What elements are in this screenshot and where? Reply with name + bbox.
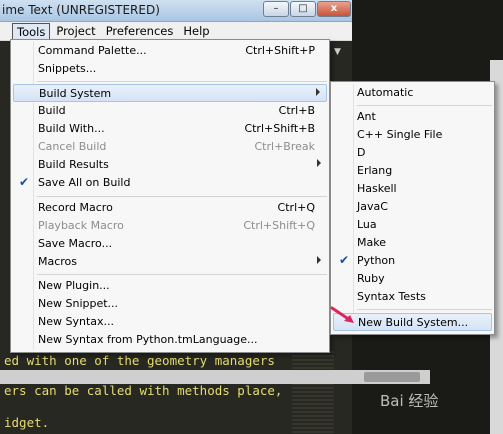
- menu-item-label: Save Macro...: [38, 237, 113, 250]
- menu-item-label: Build System: [39, 87, 112, 100]
- menu-item-playback-macro[interactable]: Playback Macro Ctrl+Shift+Q: [13, 217, 327, 235]
- menu-item-label: Command Palette...: [38, 44, 147, 57]
- menu-separator: [357, 309, 492, 310]
- submenu-item-syntax-tests[interactable]: Syntax Tests: [333, 288, 492, 306]
- checkmark-icon: ✔: [19, 175, 30, 189]
- minimap[interactable]: [292, 351, 334, 434]
- menu-item-label: New Snippet...: [38, 297, 119, 310]
- build-system-submenu: Automatic Ant C++ Single File D Erlang H…: [330, 81, 495, 335]
- menu-project[interactable]: Project: [51, 22, 100, 40]
- tools-menu: Command Palette... Ctrl+Shift+P Snippets…: [10, 39, 330, 353]
- submenu-arrow-icon: [316, 88, 320, 96]
- menu-item-label: Python: [357, 254, 396, 267]
- menu-item-macros[interactable]: Macros: [13, 253, 327, 271]
- maximize-button[interactable]: □: [290, 1, 316, 17]
- menu-item-label: New Syntax from Python.tmLanguage...: [38, 333, 258, 346]
- tab-dropdown-icon[interactable]: ▼: [334, 47, 346, 59]
- minimize-button[interactable]: –: [263, 1, 289, 17]
- menu-item-label: D: [357, 146, 366, 159]
- menu-item-label: Ant: [357, 110, 376, 123]
- menu-item-label: JavaC: [357, 200, 388, 213]
- menu-item-record-macro[interactable]: Record Macro Ctrl+Q: [13, 199, 327, 217]
- menu-item-shortcut: Ctrl+Shift+Q: [243, 219, 315, 232]
- menu-tools[interactable]: Tools: [12, 23, 51, 40]
- title-bar: ime Text (UNREGISTERED) – □ x: [0, 0, 352, 22]
- menu-item-shortcut: Ctrl+Break: [254, 140, 316, 153]
- menu-item-new-syntax[interactable]: New Syntax...: [13, 313, 327, 331]
- menu-item-label: Haskell: [357, 182, 397, 195]
- scrollbar-thumb[interactable]: [364, 372, 420, 382]
- menu-item-label: Playback Macro: [38, 219, 124, 232]
- menu-item-label: Snippets...: [38, 62, 97, 75]
- submenu-item-ant[interactable]: Ant: [333, 108, 492, 126]
- menu-item-build-results[interactable]: Build Results: [13, 156, 327, 174]
- submenu-item-make[interactable]: Make: [333, 234, 492, 252]
- menu-item-label: Cancel Build: [38, 140, 107, 153]
- watermark: Bai 经验: [380, 392, 439, 410]
- menu-item-label: C++ Single File: [357, 128, 443, 141]
- menu-item-label: Syntax Tests: [357, 290, 426, 303]
- menu-separator: [37, 81, 327, 82]
- menu-item-label: Make: [357, 236, 386, 249]
- menu-item-save-all-on-build[interactable]: ✔ Save All on Build: [13, 174, 327, 192]
- menu-item-label: New Plugin...: [38, 279, 110, 292]
- menu-help[interactable]: Help: [178, 22, 214, 40]
- submenu-item-haskell[interactable]: Haskell: [333, 180, 492, 198]
- submenu-item-d[interactable]: D: [333, 144, 492, 162]
- menu-separator: [37, 274, 327, 275]
- submenu-item-new-build-system[interactable]: New Build System...: [333, 313, 492, 331]
- code-line: ers can be called with methods place,: [4, 383, 283, 398]
- menu-item-label: Build With...: [38, 122, 105, 135]
- pointer-arrow-icon: [330, 306, 354, 323]
- submenu-item-javac[interactable]: JavaC: [333, 198, 492, 216]
- menu-item-build-system[interactable]: Build System: [13, 84, 327, 102]
- menu-item-shortcut: Ctrl+Shift+P: [245, 44, 315, 57]
- code-line: ed with one of the geometry managers: [4, 353, 275, 368]
- menu-item-new-snippet[interactable]: New Snippet...: [13, 295, 327, 313]
- window-controls: – □ x: [263, 1, 352, 17]
- menu-item-label: Ruby: [357, 272, 385, 285]
- submenu-item-python[interactable]: ✔ Python: [333, 252, 492, 270]
- menu-item-build[interactable]: Build Ctrl+B: [13, 102, 327, 120]
- menu-item-new-syntax-from-tmlanguage[interactable]: New Syntax from Python.tmLanguage...: [13, 331, 327, 349]
- menu-item-label: Automatic: [357, 86, 414, 99]
- menu-separator: [357, 105, 492, 106]
- menu-item-save-macro[interactable]: Save Macro...: [13, 235, 327, 253]
- menu-preferences[interactable]: Preferences: [101, 22, 179, 40]
- menu-item-label: New Build System...: [358, 316, 469, 329]
- submenu-item-automatic[interactable]: Automatic: [333, 84, 492, 102]
- menu-item-label: Build: [38, 104, 66, 117]
- menu-item-cancel-build[interactable]: Cancel Build Ctrl+Break: [13, 138, 327, 156]
- close-button[interactable]: x: [317, 1, 351, 17]
- menu-item-label: Build Results: [38, 158, 109, 171]
- menu-item-label: Record Macro: [38, 201, 113, 214]
- menu-item-build-with[interactable]: Build With... Ctrl+Shift+B: [13, 120, 327, 138]
- menu-item-shortcut: Ctrl+Shift+B: [244, 122, 315, 135]
- submenu-arrow-icon: [317, 256, 321, 264]
- code-line: idget.: [4, 415, 50, 430]
- menu-separator: [37, 196, 327, 197]
- menu-item-snippets[interactable]: Snippets...: [13, 60, 327, 78]
- menu-item-label: Macros: [38, 255, 78, 268]
- submenu-item-cpp-single-file[interactable]: C++ Single File: [333, 126, 492, 144]
- menu-item-label: Lua: [357, 218, 377, 231]
- submenu-item-ruby[interactable]: Ruby: [333, 270, 492, 288]
- window-title: ime Text (UNREGISTERED): [2, 3, 160, 17]
- menu-item-shortcut: Ctrl+B: [278, 104, 315, 117]
- submenu-item-lua[interactable]: Lua: [333, 216, 492, 234]
- checkmark-icon: ✔: [339, 253, 350, 267]
- menu-item-label: New Syntax...: [38, 315, 115, 328]
- menu-item-new-plugin[interactable]: New Plugin...: [13, 277, 327, 295]
- submenu-item-erlang[interactable]: Erlang: [333, 162, 492, 180]
- submenu-arrow-icon: [317, 159, 321, 167]
- menu-item-shortcut: Ctrl+Q: [277, 201, 315, 214]
- menu-item-label: Erlang: [357, 164, 393, 177]
- menu-item-label: Save All on Build: [38, 176, 131, 189]
- menu-item-command-palette[interactable]: Command Palette... Ctrl+Shift+P: [13, 42, 327, 60]
